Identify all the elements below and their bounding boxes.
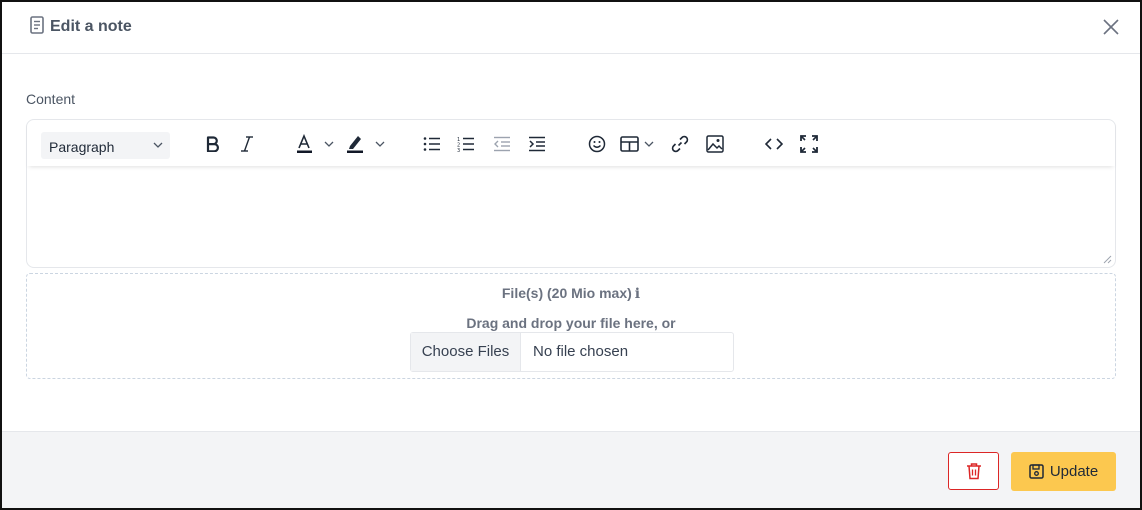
- link-icon: [671, 135, 689, 153]
- file-input[interactable]: Choose Files No file chosen: [410, 332, 734, 372]
- code-view-button[interactable]: [764, 133, 784, 155]
- modal-header: Edit a note: [2, 2, 1140, 54]
- fullscreen-icon: [800, 135, 818, 153]
- indent-icon: [529, 136, 545, 152]
- bold-icon: [206, 136, 219, 152]
- text-color-icon: [297, 134, 334, 153]
- fullscreen-button[interactable]: [799, 133, 819, 155]
- edit-note-modal: Edit a note Content Paragraph 1 2 3 File…: [0, 0, 1142, 510]
- table-icon: [620, 136, 654, 152]
- update-label: Update: [1049, 463, 1099, 480]
- numbered-list-icon: 1 2 3: [457, 137, 474, 152]
- emoji-icon: [588, 135, 606, 153]
- highlight-color-button[interactable]: [345, 133, 391, 155]
- block-format-select[interactable]: Paragraph: [41, 132, 170, 159]
- trash-icon: [966, 463, 981, 480]
- content-label: Content: [26, 91, 76, 107]
- upload-title-text: File(s) (20 Mio max): [501, 285, 632, 301]
- table-button[interactable]: [620, 133, 658, 155]
- image-button[interactable]: [705, 133, 725, 155]
- italic-button[interactable]: [237, 133, 257, 155]
- link-button[interactable]: [670, 133, 690, 155]
- editor-toolbar: Paragraph 1 2 3: [27, 120, 1115, 166]
- bullet-list-button[interactable]: [422, 133, 442, 155]
- modal-title: Edit a note: [50, 18, 132, 35]
- delete-button[interactable]: [948, 452, 999, 490]
- upload-title: File(s) (20 Mio max) i: [27, 285, 1115, 302]
- image-icon: [706, 135, 724, 153]
- numbered-list-button[interactable]: 1 2 3: [456, 133, 476, 155]
- indent-button[interactable]: [527, 133, 547, 155]
- choose-files-button[interactable]: Choose Files: [411, 333, 521, 371]
- modal-footer: Update: [2, 431, 1140, 508]
- update-button[interactable]: Update: [1011, 452, 1116, 491]
- note-icon: [30, 16, 44, 34]
- text-color-button[interactable]: [295, 133, 339, 155]
- editor-content-area[interactable]: [27, 168, 1115, 267]
- svg-text:3: 3: [457, 148, 460, 152]
- code-view-icon: [765, 138, 783, 150]
- rich-text-editor: Paragraph 1 2 3: [26, 119, 1116, 268]
- highlight-color-icon: [347, 136, 385, 153]
- close-icon[interactable]: [1102, 18, 1120, 36]
- block-format-value: Paragraph: [49, 139, 115, 155]
- chevron-down-icon: [153, 142, 163, 148]
- save-icon: [1029, 464, 1044, 479]
- file-dropzone[interactable]: File(s) (20 Mio max) i Drag and drop your…: [26, 273, 1116, 379]
- outdent-button[interactable]: [492, 133, 512, 155]
- upload-hint: Drag and drop your file here, or: [466, 315, 676, 331]
- outdent-icon: [494, 136, 510, 152]
- bold-button[interactable]: [203, 133, 223, 155]
- resize-grip-icon[interactable]: [1103, 255, 1112, 264]
- italic-icon: [241, 136, 253, 152]
- file-status: No file chosen: [533, 343, 629, 360]
- emoji-button[interactable]: [587, 133, 607, 155]
- info-icon[interactable]: i: [635, 286, 640, 302]
- bullet-list-icon: [423, 137, 440, 151]
